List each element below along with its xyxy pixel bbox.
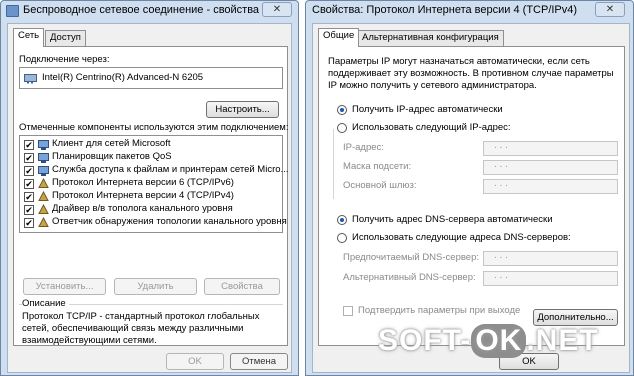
adapter-icon bbox=[24, 74, 37, 84]
components-label: Отмеченные компоненты используются этим … bbox=[19, 122, 289, 133]
description-line-2: сетей, обеспечивающий связь между различ… bbox=[22, 323, 244, 334]
gateway-label: Основной шлюз: bbox=[343, 180, 417, 191]
ok-button[interactable]: OK bbox=[166, 353, 224, 370]
manual-dns-radio[interactable] bbox=[337, 233, 347, 243]
watermark-logo: SOFT- OK .NET bbox=[378, 324, 599, 358]
subnet-mask-label: Маска подсети: bbox=[343, 161, 412, 172]
protocol-icon bbox=[38, 217, 49, 227]
description-line-3: взаимодействующими сетями. bbox=[22, 335, 157, 346]
service-icon bbox=[38, 153, 49, 163]
remove-button[interactable]: Удалить bbox=[114, 278, 197, 295]
description-title: Описание bbox=[22, 298, 69, 309]
properties-button[interactable]: Свойства bbox=[204, 278, 280, 295]
checkbox[interactable]: ✔ bbox=[24, 166, 34, 176]
auto-ip-label[interactable]: Получить IP-адрес автоматически bbox=[352, 104, 503, 115]
service-icon bbox=[38, 166, 49, 176]
preferred-dns-input[interactable]: . . . bbox=[483, 250, 618, 266]
install-button[interactable]: Установить... bbox=[23, 278, 106, 295]
info-line-2: поддерживает эту возможность. В противно… bbox=[328, 68, 614, 79]
validate-checkbox[interactable] bbox=[343, 306, 353, 316]
checkbox[interactable]: ✔ bbox=[24, 140, 34, 150]
checkbox[interactable]: ✔ bbox=[24, 153, 34, 163]
manual-dns-label[interactable]: Использовать следующие адреса DNS-сервер… bbox=[352, 232, 571, 243]
subnet-mask-input[interactable]: . . . bbox=[483, 159, 618, 175]
tab-alternate-config[interactable]: Альтернативная конфигурация bbox=[357, 30, 504, 46]
connect-through-label: Подключение через: bbox=[19, 54, 110, 65]
auto-ip-radio[interactable] bbox=[337, 105, 347, 115]
ip-address-input[interactable]: . . . bbox=[483, 140, 618, 156]
description-line-1: Протокол TCP/IP - стандартный протокол г… bbox=[22, 311, 260, 322]
configure-button[interactable]: Настроить... bbox=[206, 101, 279, 118]
ip-address-label: IP-адрес: bbox=[343, 142, 384, 153]
protocol-icon bbox=[38, 204, 49, 214]
auto-dns-radio[interactable] bbox=[337, 215, 347, 225]
connection-properties-window: Беспроводное сетевое соединение - свойст… bbox=[0, 0, 299, 376]
ipv4-properties-window: Свойства: Протокол Интернета версии 4 (T… bbox=[305, 0, 634, 376]
tab-panel: Подключение через: Intel(R) Centrino(R) … bbox=[13, 46, 288, 346]
window-title: Свойства: Протокол Интернета версии 4 (T… bbox=[312, 4, 578, 16]
validate-label: Подтвердить параметры при выходе bbox=[358, 305, 521, 316]
components-list[interactable]: ✔ Клиент для сетей Microsoft ✔ Планировщ… bbox=[19, 135, 288, 233]
gateway-input[interactable]: . . . bbox=[483, 178, 618, 194]
close-button[interactable]: ✕ bbox=[595, 2, 625, 17]
dialog-body: Общие Альтернативная конфигурация Параме… bbox=[312, 23, 630, 373]
protocol-icon bbox=[38, 178, 49, 188]
tab-general[interactable]: Общие bbox=[318, 28, 360, 47]
protocol-icon bbox=[38, 191, 49, 201]
info-line-1: Параметры IP могут назначаться автоматич… bbox=[328, 56, 590, 67]
tab-network[interactable]: Сеть bbox=[13, 28, 45, 47]
tab-access[interactable]: Доступ bbox=[45, 30, 86, 46]
checkbox[interactable]: ✔ bbox=[24, 192, 34, 202]
auto-dns-label[interactable]: Получить адрес DNS-сервера автоматически bbox=[352, 214, 553, 225]
title-bar[interactable]: Свойства: Протокол Интернета версии 4 (T… bbox=[306, 1, 633, 21]
client-icon bbox=[38, 140, 49, 150]
dialog-body: Сеть Доступ Подключение через: Intel(R) … bbox=[7, 23, 292, 373]
alternate-dns-input[interactable]: . . . bbox=[483, 270, 618, 286]
info-line-3: IP можно получить у сетевого администрат… bbox=[328, 80, 537, 91]
window-title: Беспроводное сетевое соединение - свойст… bbox=[23, 4, 260, 16]
close-button[interactable]: ✕ bbox=[262, 2, 292, 17]
preferred-dns-label: Предпочитаемый DNS-сервер: bbox=[343, 252, 480, 263]
checkbox[interactable]: ✔ bbox=[24, 218, 34, 228]
network-icon bbox=[6, 5, 19, 17]
adapter-field: Intel(R) Centrino(R) Advanced-N 6205 bbox=[19, 67, 283, 89]
adapter-name: Intel(R) Centrino(R) Advanced-N 6205 bbox=[42, 72, 204, 83]
checkbox[interactable]: ✔ bbox=[24, 205, 34, 215]
alternate-dns-label: Альтернативный DNS-сервер: bbox=[343, 272, 476, 283]
title-bar[interactable]: Беспроводное сетевое соединение - свойст… bbox=[1, 1, 298, 21]
tab-panel: Параметры IP могут назначаться автоматич… bbox=[318, 46, 625, 346]
cancel-button[interactable]: Отмена bbox=[230, 353, 288, 370]
checkbox[interactable]: ✔ bbox=[24, 179, 34, 189]
